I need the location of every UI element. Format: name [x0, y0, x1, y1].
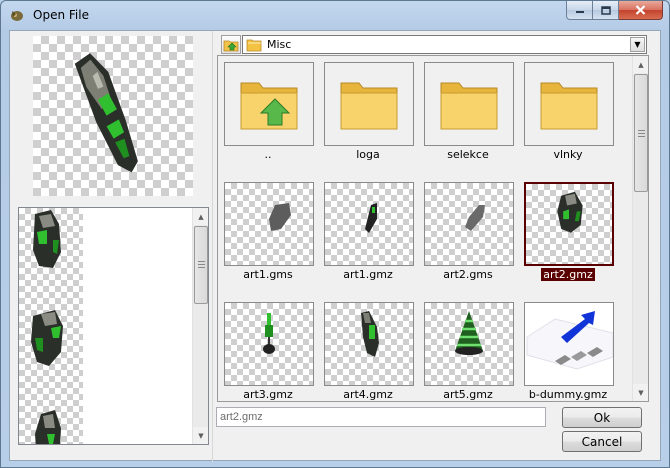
file-item-image[interactable]: b-dummy.gmz [518, 296, 618, 401]
cancel-button[interactable]: Cancel [562, 431, 642, 452]
scroll-down-icon[interactable]: ▼ [633, 384, 648, 401]
file-item-label: art5.gmz [443, 388, 493, 401]
file-item-folder[interactable]: loga [318, 56, 418, 174]
folder-icon [540, 82, 598, 130]
sprite-thumbnail [526, 311, 613, 370]
path-dropdown-button[interactable]: ▼ [630, 37, 645, 52]
file-item-folder[interactable]: selekce [418, 56, 518, 174]
file-item-label: art1.gmz [343, 268, 393, 281]
image-thumbnail [324, 302, 414, 386]
sprite-thumbnail [269, 203, 291, 231]
scroll-up-icon[interactable]: ▲ [193, 208, 208, 225]
image-thumbnail [524, 182, 614, 266]
sprite-thumbnail [465, 205, 485, 231]
pane-splitter[interactable] [212, 31, 216, 462]
preview-sprite [74, 53, 138, 173]
folder-thumbnail [324, 62, 414, 146]
file-item-label: selekce [447, 148, 489, 161]
file-browser-scrollbar[interactable]: ▲ ▼ [632, 56, 648, 401]
folder-up-icon [240, 82, 298, 130]
file-item-label: art2.gmz [541, 268, 595, 281]
sprite-thumbnail [263, 313, 275, 354]
frames-scrollbar[interactable]: ▲ ▼ [192, 208, 208, 444]
file-item-folder[interactable]: vlnky [518, 56, 618, 174]
path-combo[interactable]: Misc ▼ [242, 35, 647, 54]
folder-icon [440, 82, 498, 130]
folder-icon [246, 39, 262, 52]
frame-3-sprite [35, 410, 61, 444]
file-item-label: loga [356, 148, 380, 161]
file-item-image-selected[interactable]: art2.gmz [518, 176, 618, 294]
up-folder-button[interactable] [221, 35, 241, 54]
sprite-thumbnail [361, 311, 379, 357]
maximize-button[interactable] [593, 1, 619, 20]
chevron-down-icon: ▼ [634, 40, 641, 49]
image-thumbnail [224, 182, 314, 266]
image-thumbnail [324, 182, 414, 266]
window-title: Open File [33, 8, 89, 22]
image-thumbnail [424, 302, 514, 386]
dialog-body: ▲ ▼ Misc ▼ .. loga selekce vlnky art1.gm… [9, 30, 661, 462]
frames-list[interactable]: ▲ ▼ [18, 207, 209, 445]
file-browser: .. loga selekce vlnky art1.gms art1.gmz … [217, 55, 649, 402]
sprite-thumbnail [365, 203, 377, 233]
file-item-label: art1.gms [243, 268, 293, 281]
folder-thumbnail [424, 62, 514, 146]
image-thumbnail [224, 302, 314, 386]
folder-icon [340, 82, 398, 130]
image-thumbnail [424, 182, 514, 266]
file-item-image[interactable]: art5.gmz [418, 296, 518, 401]
file-item-image[interactable]: art1.gmz [318, 176, 418, 294]
sprite-thumbnail [557, 191, 583, 233]
file-browser-scroll-thumb[interactable] [634, 74, 648, 192]
minimize-icon [575, 11, 584, 13]
title-bar[interactable]: Open File [1, 1, 669, 29]
file-item-label: vlnky [553, 148, 583, 161]
file-item-image[interactable]: art2.gms [418, 176, 518, 294]
image-preview [33, 36, 193, 196]
frame-2-sprite [31, 310, 63, 366]
ok-button[interactable]: Ok [562, 407, 642, 428]
frames-strip [19, 208, 83, 444]
frame-1-sprite [33, 210, 61, 268]
file-item-parent[interactable]: .. [218, 56, 318, 174]
current-path: Misc [267, 38, 292, 51]
open-file-dialog: Open File ▲ ▼ Misc ▼ .. loga selekce vln… [0, 0, 670, 468]
filename-field[interactable] [216, 407, 546, 427]
image-thumbnail [524, 302, 614, 386]
file-item-label: art2.gms [443, 268, 493, 281]
file-item-label: .. [264, 148, 272, 161]
scroll-up-icon[interactable]: ▲ [633, 56, 648, 73]
minimize-button[interactable] [566, 1, 593, 20]
file-item-label: b-dummy.gmz [528, 388, 608, 401]
file-item-label: art3.gmz [243, 388, 293, 401]
frames-scroll-thumb[interactable] [194, 226, 208, 304]
close-icon [635, 5, 646, 15]
file-item-label: art4.gmz [343, 388, 393, 401]
file-item-image[interactable]: art1.gms [218, 176, 318, 294]
folder-thumbnail [524, 62, 614, 146]
sprite-thumbnail [455, 311, 483, 355]
app-icon [11, 11, 23, 21]
folder-up-icon [223, 40, 239, 51]
close-button[interactable] [619, 1, 663, 20]
file-item-image[interactable]: art3.gmz [218, 296, 318, 401]
folder-thumbnail [224, 62, 314, 146]
maximize-icon [600, 5, 611, 15]
scroll-down-icon[interactable]: ▼ [193, 427, 208, 444]
file-item-image[interactable]: art4.gmz [318, 296, 418, 401]
